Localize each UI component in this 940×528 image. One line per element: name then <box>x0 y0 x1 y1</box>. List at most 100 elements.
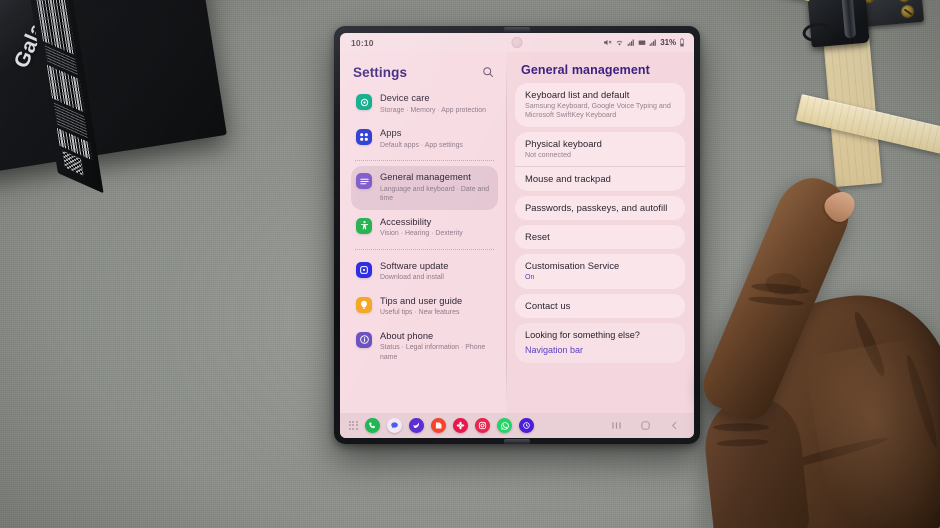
settings-row-mouse-and-trackpad[interactable]: Mouse and trackpad <box>515 166 685 191</box>
sidebar-item-subtitle: Language and keyboard · Date and time <box>380 185 490 203</box>
messages-app-icon[interactable] <box>387 418 402 433</box>
general-management-detail-pane[interactable]: General management Keyboard list and def… <box>507 52 694 413</box>
sim-indicator-icon <box>638 40 646 45</box>
status-clock: 10:10 <box>351 37 374 48</box>
sidebar-item-subtitle: Storage · Memory · App protection <box>380 106 486 114</box>
sidebar-item-apps[interactable]: Apps Default apps · App settings <box>351 122 498 156</box>
settings-sidebar[interactable]: Settings Device care Storage · Memory · A… <box>340 52 506 413</box>
sidebar-item-text: Device care Storage · Memory · App protec… <box>380 93 486 115</box>
settings-row-subtitle: Not connected <box>525 150 572 159</box>
sidebar-item-subtitle: Default apps · App settings <box>380 141 463 149</box>
tips-icon <box>356 296 372 313</box>
sidebar-separator <box>355 248 494 250</box>
device-bottom-hinge-marker <box>504 439 530 444</box>
signal-icon-2 <box>649 39 657 46</box>
screw-icon <box>900 4 915 19</box>
samsung-internet-app-icon[interactable] <box>409 418 424 433</box>
settings-nav-list: Device care Storage · Memory · App protec… <box>351 87 498 368</box>
settings-row-physical-keyboard[interactable]: Physical keyboard Not connected <box>515 132 685 166</box>
whatsapp-app-icon[interactable] <box>497 418 512 433</box>
battery-icon <box>680 38 684 47</box>
photo-scene: Galaxy Z Fold6 10: <box>0 0 940 528</box>
looking-for-title: Looking for something else? <box>525 329 640 340</box>
accessibility-icon <box>356 217 372 234</box>
sidebar-item-subtitle: Vision · Hearing · Dexterity <box>380 230 463 237</box>
samsung-notes-app-icon[interactable] <box>431 418 446 433</box>
sidebar-item-label: Apps <box>380 128 402 138</box>
sidebar-item-label: About phone <box>380 330 434 341</box>
device-screen: 10:10 31% Settings Device care Storage ·… <box>340 33 694 438</box>
settings-two-pane-layout: Settings Device care Storage · Memory · A… <box>340 52 694 413</box>
sidebar-item-label: Tips and user guide <box>380 295 463 306</box>
sidebar-item-text: Accessibility Vision · Hearing · Dexterit… <box>380 217 463 239</box>
sidebar-item-subtitle: Download and install <box>380 274 444 281</box>
settings-row-subtitle: Samsung Keyboard, Google Voice Typing an… <box>525 102 671 120</box>
device-care-icon <box>356 94 372 110</box>
general-management-groups: Keyboard list and default Samsung Keyboar… <box>515 83 685 318</box>
settings-row-passwords-passkeys-and-autofill[interactable]: Passwords, passkeys, and autofill <box>515 196 685 220</box>
sidebar-item-about-phone[interactable]: About phone Status · Legal information · … <box>351 325 498 369</box>
settings-row-reset[interactable]: Reset <box>515 225 685 249</box>
sidebar-item-software-update[interactable]: Software update Download and install <box>351 255 498 289</box>
settings-card: Passwords, passkeys, and autofill <box>515 196 685 221</box>
about-phone-icon <box>356 331 372 348</box>
sidebar-separator <box>355 160 494 161</box>
detail-pane-title: General management <box>521 63 650 77</box>
calendar-app-icon[interactable] <box>519 418 534 433</box>
sidebar-item-label: Accessibility <box>380 216 432 227</box>
galaxy-z-fold-device: 10:10 31% Settings Device care Storage ·… <box>334 26 700 444</box>
sidebar-item-text: General management Language and keyboard … <box>380 172 491 204</box>
settings-row-title: Physical keyboard <box>525 137 602 149</box>
apps-icon <box>356 129 372 145</box>
settings-row-title: Keyboard list and default <box>525 89 630 100</box>
sidebar-item-text: About phone Status · Legal information · … <box>380 331 491 363</box>
settings-card: Keyboard list and default Samsung Keyboar… <box>515 83 685 127</box>
sidebar-item-general-management[interactable]: General management Language and keyboard … <box>351 166 498 210</box>
page-title: Settings <box>353 64 408 80</box>
settings-row-keyboard-list-and-default[interactable]: Keyboard list and default Samsung Keyboar… <box>515 83 685 127</box>
settings-row-customisation-service[interactable]: Customisation Service On <box>515 254 685 288</box>
settings-row-title: Mouse and trackpad <box>525 173 611 185</box>
status-bar: 10:10 31% <box>340 33 694 52</box>
wooden-frame-with-hinge <box>740 0 940 187</box>
software-update-icon <box>356 261 372 278</box>
settings-card: Physical keyboard Not connected Mouse and … <box>515 131 685 192</box>
taskbar <box>340 413 694 438</box>
screw-icon <box>897 0 912 3</box>
phone-app-icon[interactable] <box>365 418 380 433</box>
settings-header: Settings <box>351 57 498 87</box>
sidebar-item-text: Apps Default apps · App settings <box>380 128 463 150</box>
status-icons-group: 31% <box>603 38 685 47</box>
sidebar-item-device-care[interactable]: Device care Storage · Memory · App protec… <box>351 87 498 121</box>
sidebar-item-subtitle: Status · Legal information · Phone name <box>380 344 486 361</box>
user-hand <box>668 167 940 528</box>
settings-row-contact-us[interactable]: Contact us <box>515 294 685 318</box>
wifi-icon <box>616 40 623 46</box>
settings-row-title: Customisation Service <box>525 260 620 272</box>
apps-grid-icon[interactable] <box>349 421 358 430</box>
sidebar-item-text: Software update Download and install <box>380 261 448 283</box>
settings-row-subtitle: On <box>525 273 535 282</box>
general-management-icon <box>356 173 372 189</box>
sidebar-item-label: Device care <box>380 93 430 103</box>
sidebar-item-tips-and-user-guide[interactable]: Tips and user guide Useful tips · New fea… <box>351 290 498 324</box>
galaxy-z-fold6-retail-box: Galaxy Z Fold6 <box>0 0 267 209</box>
sidebar-item-label: Software update <box>380 260 449 271</box>
settings-card: Contact us <box>515 293 685 318</box>
home-button[interactable] <box>640 420 651 431</box>
recents-button[interactable] <box>611 420 622 431</box>
signal-icon <box>627 39 635 46</box>
front-camera-punchhole <box>511 37 523 48</box>
navigation-bar-link[interactable]: Navigation bar <box>525 344 675 356</box>
search-icon[interactable] <box>482 66 494 78</box>
instagram-app-icon[interactable] <box>475 418 490 433</box>
settings-row-title: Passwords, passkeys, and autofill <box>525 202 668 214</box>
fingernail <box>819 185 861 227</box>
sidebar-item-accessibility[interactable]: Accessibility Vision · Hearing · Dexterit… <box>351 211 498 245</box>
google-photos-app-icon[interactable] <box>453 418 468 433</box>
sidebar-item-label: General management <box>380 172 471 182</box>
looking-for-something-else-card: Looking for something else? Navigation b… <box>515 322 685 363</box>
settings-row-title: Contact us <box>525 299 571 311</box>
settings-row-title: Reset <box>525 231 550 243</box>
settings-card: Reset <box>515 225 685 250</box>
